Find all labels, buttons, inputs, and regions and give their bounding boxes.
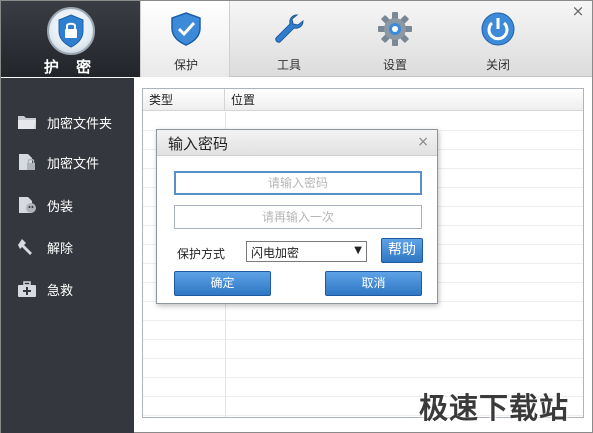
first-aid-kit-icon [18, 281, 36, 297]
ok-button[interactable]: 确定 [174, 271, 271, 296]
app-logo: 护 密 [1, 1, 140, 77]
dialog-titlebar: 输入密码 × [157, 130, 437, 156]
tab-label: 工具 [276, 58, 301, 72]
tab-label: 关闭 [485, 58, 510, 72]
sidebar-item-label: 加密文件 [47, 157, 100, 172]
tab-settings[interactable]: 设置 [350, 1, 440, 77]
dialog-title: 输入密码 [168, 135, 229, 153]
tab-label: 设置 [382, 58, 407, 72]
window-close-button[interactable]: × [570, 3, 586, 19]
tab-tools[interactable]: 工具 [244, 1, 334, 77]
sidebar-item-label: 伪装 [47, 200, 74, 215]
sidebar-item-disguise[interactable]: 伪装 [1, 188, 134, 222]
folder-icon [18, 116, 36, 129]
app-window: 护 密 保护 工具 设置 关闭 × 加密文件夹 加密文件 伪装 解除 急救 类型… [0, 0, 593, 433]
wrench-icon [275, 14, 304, 43]
top-toolbar: 护 密 保护 工具 设置 关闭 × [1, 1, 592, 77]
tab-protect[interactable]: 保护 [140, 1, 230, 77]
sidebar: 加密文件夹 加密文件 伪装 解除 急救 [1, 78, 134, 433]
protection-method-select[interactable]: 闪电加密 ▼ [246, 241, 367, 262]
disguise-icon [19, 197, 36, 213]
sidebar-item-label: 加密文件夹 [47, 117, 113, 132]
password-input[interactable] [174, 171, 422, 195]
tab-close[interactable]: 关闭 [453, 1, 543, 77]
protection-method-value: 闪电加密 [251, 246, 300, 260]
power-icon [481, 12, 515, 46]
cancel-button[interactable]: 取消 [325, 271, 422, 296]
app-logo-label: 护 密 [43, 58, 98, 76]
gear-icon [378, 12, 412, 46]
chevron-down-icon: ▼ [354, 245, 362, 256]
column-header-location[interactable]: 位置 [225, 89, 583, 111]
watermark: 极速下载站 [419, 391, 570, 425]
sidebar-item-label: 解除 [47, 242, 74, 257]
protection-method-label: 保护方式 [177, 247, 226, 261]
unlock-tool-icon [18, 239, 32, 255]
shield-lock-icon [47, 7, 95, 55]
sidebar-item-label: 急救 [47, 284, 74, 299]
sidebar-item-first-aid[interactable]: 急救 [1, 272, 134, 306]
file-lock-icon [19, 154, 35, 170]
dialog-close-button[interactable]: × [417, 134, 429, 150]
sidebar-item-release[interactable]: 解除 [1, 230, 134, 264]
sidebar-item-encrypt-file[interactable]: 加密文件 [1, 145, 134, 179]
password-confirm-input[interactable] [174, 205, 422, 229]
sidebar-item-encrypt-folder[interactable]: 加密文件夹 [1, 105, 134, 139]
password-dialog: 输入密码 × 保护方式 闪电加密 ▼ 帮助 确定 取消 [156, 129, 438, 304]
column-header-type[interactable]: 类型 [143, 89, 225, 111]
help-button[interactable]: 帮助 [381, 238, 423, 263]
tab-label: 保护 [173, 58, 198, 72]
shield-icon [171, 12, 201, 46]
